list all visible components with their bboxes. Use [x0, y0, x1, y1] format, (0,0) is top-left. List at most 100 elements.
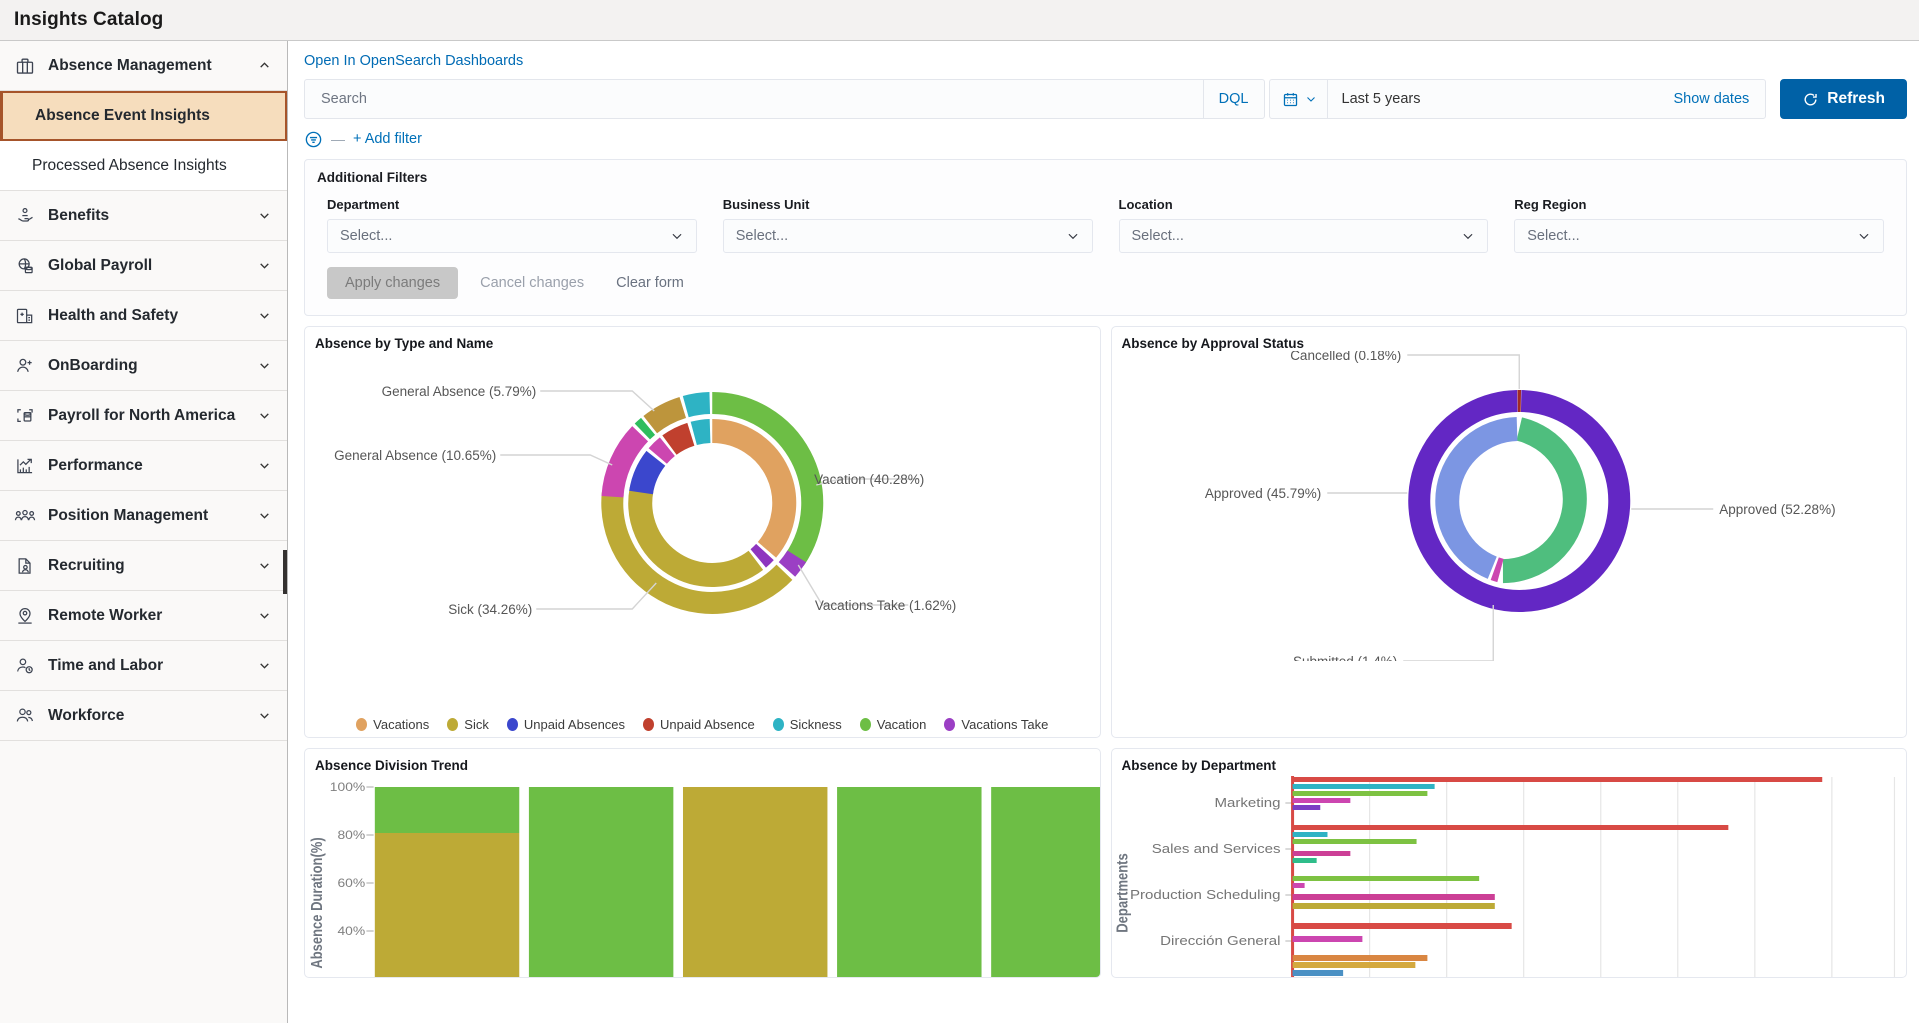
chevron-down-icon[interactable] — [257, 559, 271, 573]
additional-filters-title: Additional Filters — [317, 170, 428, 185]
user-clock-icon — [14, 655, 36, 677]
sidebar-item-benefits[interactable]: Benefits — [0, 191, 287, 241]
search-input[interactable] — [319, 90, 1203, 108]
field-label: Reg Region — [1514, 197, 1587, 212]
legend-item[interactable]: Unpaid Permitted A... — [631, 736, 771, 737]
collapse-handle-grip: || — [287, 566, 288, 579]
select-value: Select... — [735, 228, 789, 244]
additional-filters-panel: Additional Filters Department Select... … — [304, 159, 1907, 316]
sidebar-collapse-handle[interactable]: || — [283, 550, 288, 594]
sidebar-item-onboarding[interactable]: OnBoarding — [0, 341, 287, 391]
sidebar-item-payroll-for-north-america[interactable]: Payroll for North America — [0, 391, 287, 441]
refresh-icon — [1802, 91, 1819, 108]
legend-item[interactable]: General Absence — [497, 736, 614, 737]
chart-absence-by-type-and-name[interactable]: General Absence (5.79%) General Absence … — [305, 351, 1100, 738]
apply-changes-button[interactable]: Apply changes — [327, 267, 459, 299]
legend-item[interactable]: Not Processed — [1284, 736, 1386, 737]
clear-form-button[interactable]: Clear form — [606, 275, 694, 291]
sidebar-item-absence-management[interactable]: Absence Management — [0, 41, 287, 91]
chevron-down-icon[interactable] — [257, 409, 271, 423]
chevron-down-icon — [670, 229, 684, 243]
legend-item[interactable]: Cancelled — [1659, 736, 1734, 737]
legend-item[interactable]: Sickness — [772, 717, 842, 732]
chevron-up-icon[interactable] — [257, 59, 271, 73]
legend-item[interactable]: Finalized — [1400, 736, 1469, 738]
legend-item[interactable]: Vacations Take — [944, 717, 1048, 732]
chevron-down-icon[interactable] — [257, 709, 271, 723]
sidebar-item-workforce[interactable]: Workforce — [0, 691, 287, 741]
filter-options-icon[interactable] — [304, 130, 323, 149]
panel-title: Absence by Type and Name — [315, 336, 494, 351]
sidebar-item-recruiting[interactable]: Recruiting — [0, 541, 287, 591]
cancel-changes-button[interactable]: Cancel changes — [458, 275, 606, 291]
refresh-button[interactable]: Refresh — [1780, 79, 1907, 119]
add-filter-button[interactable]: + Add filter — [353, 131, 422, 147]
y-tick-label: 40% — [337, 924, 365, 938]
chevron-down-icon[interactable] — [257, 209, 271, 223]
legend-item[interactable]: Submitted — [1570, 736, 1646, 738]
legend-label: General Sickness — [806, 736, 908, 737]
legend-swatch — [1400, 737, 1411, 738]
legend-item[interactable]: General Sickness — [789, 736, 908, 738]
calendar-quick-select-button[interactable] — [1270, 80, 1328, 118]
dql-button[interactable]: DQL — [1202, 80, 1264, 118]
show-dates-button[interactable]: Show dates — [1658, 80, 1766, 118]
chevron-down-icon[interactable] — [257, 659, 271, 673]
field-label: Business Unit — [722, 197, 810, 212]
sidebar-item-remote-worker[interactable]: Remote Worker — [0, 591, 287, 641]
legend-item[interactable]: Approved — [1483, 736, 1556, 737]
bar — [1292, 962, 1415, 968]
bar — [1292, 883, 1305, 888]
chevron-down-icon[interactable] — [257, 609, 271, 623]
chevron-down-icon[interactable] — [257, 509, 271, 523]
legend-item[interactable]: Sick — [447, 717, 489, 732]
legend-item[interactable]: Unpaid Absence — [643, 717, 755, 732]
filter-field-business-unit: Business Unit Select... — [722, 197, 1093, 253]
bar-segment — [374, 787, 520, 833]
legend-label: Unpaid Absence — [660, 717, 755, 732]
chevron-down-icon[interactable] — [257, 309, 271, 323]
global-payroll-icon — [14, 255, 36, 277]
sidebar-item-absence-event-insights[interactable]: Absence Event Insights — [0, 91, 287, 141]
legend-item[interactable]: Vacation — [859, 717, 926, 732]
department-select[interactable]: Select... — [327, 219, 697, 253]
app-header: Insights Catalog — [0, 0, 1919, 41]
business-unit-select[interactable]: Select... — [722, 219, 1093, 253]
chart-absence-by-approval-status[interactable]: Cancelled (0.18%) Approved (45.79%) Subm… — [1112, 351, 1907, 738]
panel-absence-by-approval-status: Absence by Approval Status Cancelled (0.… — [1110, 326, 1907, 738]
legend-item[interactable]: Unpaid Absences — [506, 717, 625, 732]
callout-label: General Absence (5.79%) — [382, 384, 537, 399]
sidebar-item-time-and-labor[interactable]: Time and Labor — [0, 641, 287, 691]
filters-grid: Department Select... Business Unit Selec… — [305, 187, 1906, 253]
bar — [1292, 903, 1495, 909]
sidebar-item-performance[interactable]: Performance — [0, 441, 287, 491]
chevron-down-icon[interactable] — [257, 459, 271, 473]
chart-absence-by-department[interactable]: Departments Marketing Sales and Services… — [1112, 773, 1907, 977]
legend-swatch — [772, 718, 784, 731]
sidebar-item-label: Payroll for North America — [48, 406, 236, 424]
date-range-display[interactable]: Last 5 years — [1328, 80, 1658, 118]
reg-region-select[interactable]: Select... — [1514, 219, 1884, 253]
sidebar-item-label: Workforce — [48, 706, 125, 724]
sidebar-item-processed-absence-insights[interactable]: Processed Absence Insights — [0, 141, 287, 191]
sidebar-item-label: OnBoarding — [48, 356, 138, 374]
users-icon — [14, 705, 36, 727]
sidebar-item-position-management[interactable]: Position Management — [0, 491, 287, 541]
bar — [1292, 784, 1435, 789]
chevron-down-icon[interactable] — [257, 259, 271, 273]
sidebar-item-global-payroll[interactable]: Global Payroll — [0, 241, 287, 291]
location-select[interactable]: Select... — [1118, 219, 1489, 253]
chevron-down-icon — [1461, 229, 1475, 243]
chart-absence-division-trend[interactable]: Absence Duration(%) 100% 80% 60% 40% — [305, 773, 1100, 977]
callout-label: General Absence (10.65%) — [334, 448, 496, 463]
filter-field-reg-region: Reg Region Select... — [1514, 197, 1884, 253]
legend-item[interactable]: Vacations — [356, 717, 429, 732]
chevron-down-icon[interactable] — [257, 359, 271, 373]
y-axis-title: Absence Duration(%) — [309, 837, 326, 969]
sidebar-item-health-and-safety[interactable]: Health and Safety — [0, 291, 287, 341]
legend-swatch — [789, 737, 800, 738]
main-content: Open In OpenSearch Dashboards DQL — [288, 41, 1919, 1023]
open-in-opensearch-dashboards-link[interactable]: Open In OpenSearch Dashboards — [304, 41, 523, 79]
legend-swatch — [1570, 737, 1581, 738]
sidebar-item-label: Global Payroll — [48, 256, 153, 274]
